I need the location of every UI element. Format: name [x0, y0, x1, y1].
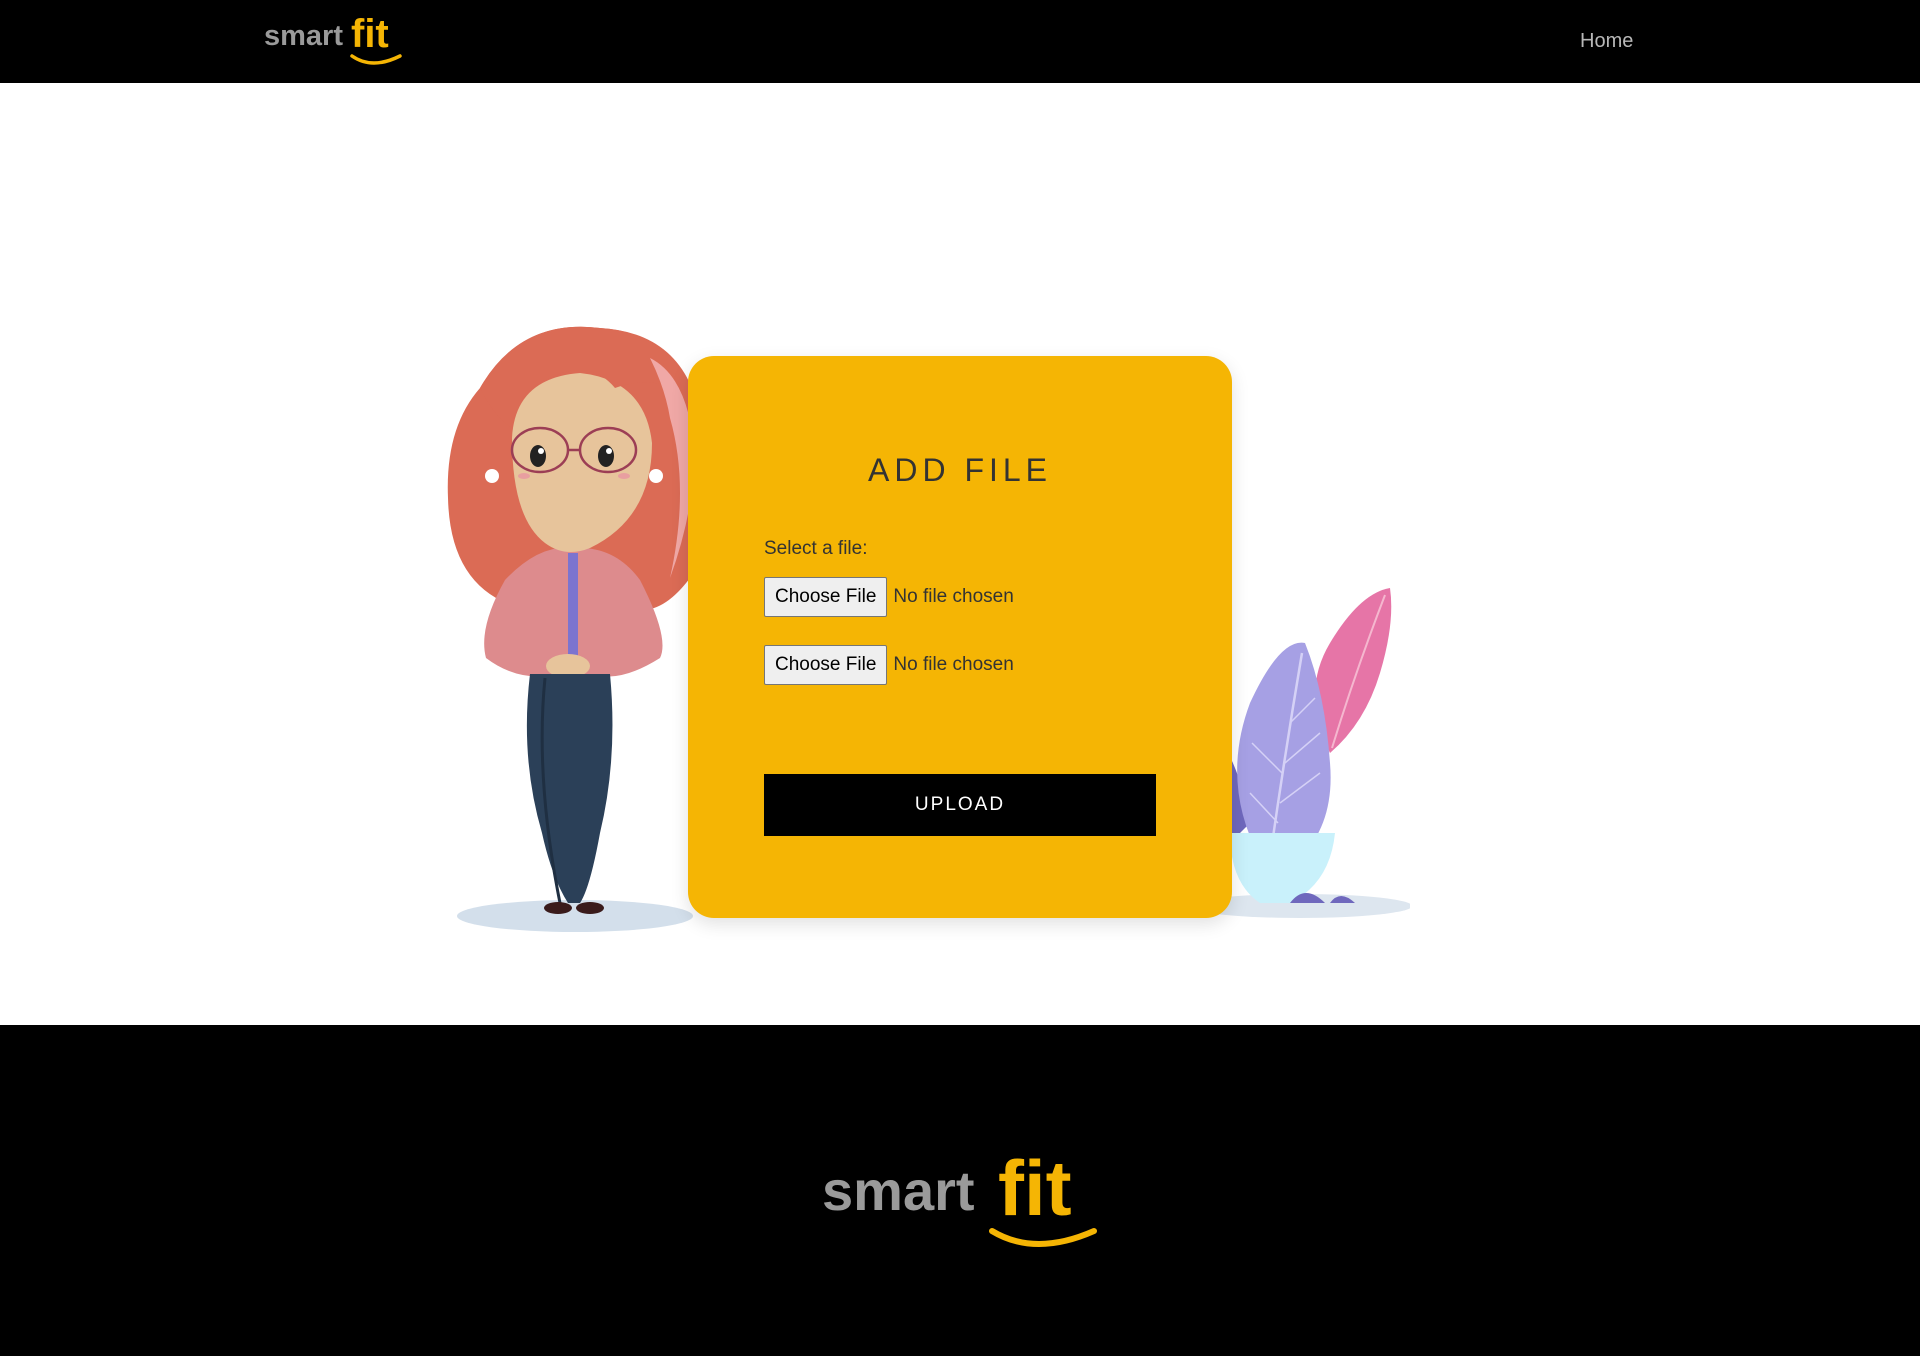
header: smart fit Home: [0, 0, 1920, 83]
logo-word-smart: smart: [264, 20, 343, 52]
footer-logo-smile: [989, 1228, 1097, 1247]
footer: smart fit: [0, 1025, 1920, 1356]
file-input-1[interactable]: Choose File No file chosen: [764, 576, 1014, 618]
nav-home-link[interactable]: Home: [1580, 30, 1633, 53]
logo-word-fit: fit: [351, 14, 389, 56]
card-title: ADD FILE: [867, 452, 1053, 488]
choose-file-button-1[interactable]: Choose File: [764, 577, 888, 617]
upload-card: ADD FILE Select a file: Choose File No f…: [688, 356, 1232, 918]
file-status-1: No file chosen: [893, 586, 1014, 607]
woman-illustration: [447, 326, 705, 932]
file-input-2[interactable]: Choose File No file chosen: [764, 644, 1014, 686]
footer-smartfit-logo: smart fit: [822, 1145, 1097, 1247]
main-content: ADD FILE Select a file: Choose File No f…: [0, 83, 1920, 1025]
logo-smile: [350, 54, 402, 65]
choose-file-button-2[interactable]: Choose File: [764, 645, 888, 685]
upload-button[interactable]: UPLOAD: [764, 774, 1156, 836]
footer-logo-word-fit: fit: [998, 1145, 1072, 1232]
smartfit-logo[interactable]: smart fit: [264, 14, 404, 69]
select-file-label: Select a file:: [764, 538, 868, 559]
footer-logo-word-smart: smart: [822, 1159, 975, 1222]
file-status-2: No file chosen: [893, 654, 1014, 675]
